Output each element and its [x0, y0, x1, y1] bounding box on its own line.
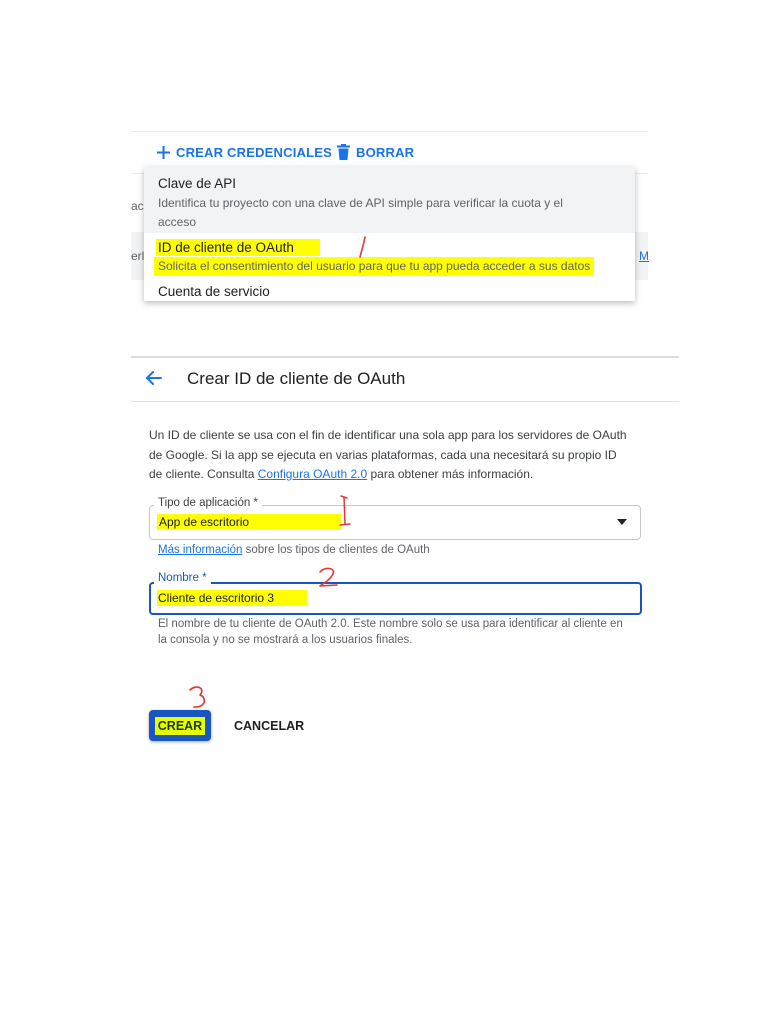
- annotation-step-1: [339, 495, 351, 526]
- annotation-overlay: [189, 495, 351, 708]
- annotation-step-2: [319, 567, 338, 587]
- annotation-step-3: [189, 686, 206, 708]
